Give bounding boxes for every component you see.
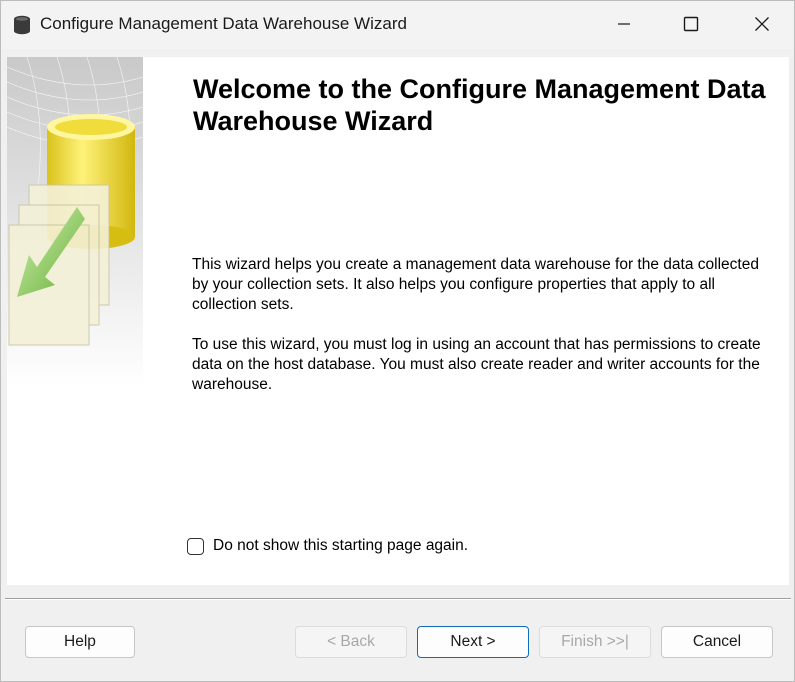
cancel-button[interactable]: Cancel [661, 626, 773, 658]
close-button[interactable] [727, 1, 795, 47]
minimize-icon [618, 23, 630, 25]
close-icon [755, 17, 769, 31]
maximize-button[interactable] [656, 1, 726, 47]
help-button[interactable]: Help [25, 626, 135, 658]
minimize-button[interactable] [589, 1, 659, 47]
wizard-window: Configure Management Data Warehouse Wiza… [0, 0, 795, 682]
wizard-content: Welcome to the Configure Management Data… [7, 57, 789, 585]
back-button[interactable]: < Back [295, 626, 407, 658]
permissions-paragraph: To use this wizard, you must log in usin… [192, 336, 761, 393]
window-title: Configure Management Data Warehouse Wiza… [40, 14, 407, 33]
page-title: Welcome to the Configure Management Data… [193, 74, 766, 136]
footer-separator [5, 598, 791, 600]
title-bar[interactable]: Configure Management Data Warehouse Wiza… [1, 1, 794, 49]
wizard-banner-image [7, 57, 143, 387]
maximize-icon [683, 16, 699, 32]
next-button[interactable]: Next > [417, 626, 529, 658]
finish-button[interactable]: Finish >>| [539, 626, 651, 658]
dont-show-again-label[interactable]: Do not show this starting page again. [213, 537, 468, 555]
database-icon [14, 15, 30, 35]
intro-paragraph: This wizard helps you create a managemen… [192, 256, 759, 313]
dont-show-again-option[interactable]: Do not show this starting page again. [187, 535, 468, 557]
dont-show-again-checkbox[interactable] [187, 537, 204, 555]
